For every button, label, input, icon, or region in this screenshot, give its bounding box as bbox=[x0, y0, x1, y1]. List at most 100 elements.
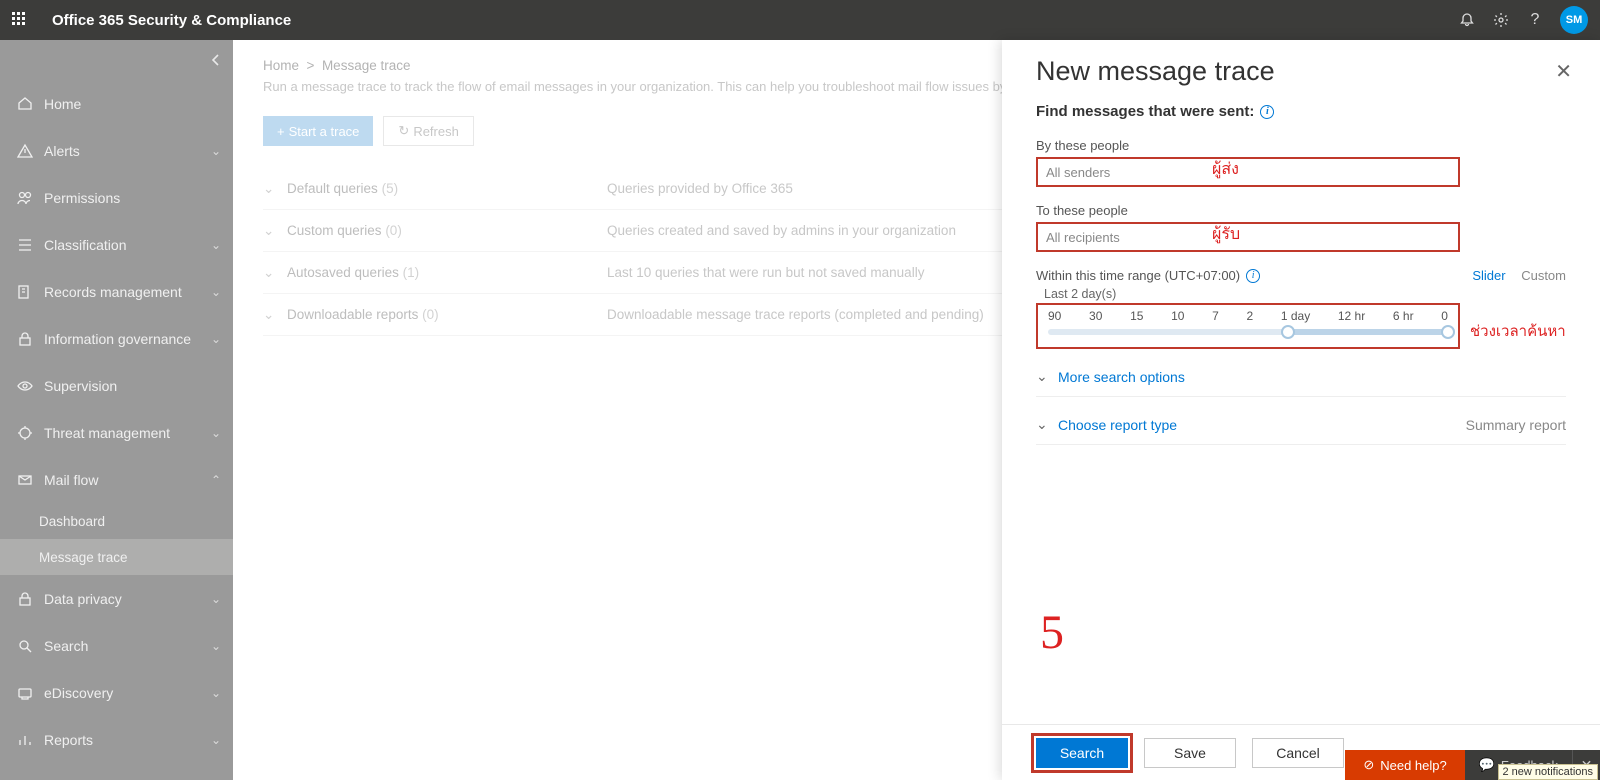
chevron-down-icon: ⌄ bbox=[263, 307, 287, 323]
chevron-down-icon: ⌄ bbox=[211, 285, 221, 299]
settings-icon[interactable] bbox=[1484, 0, 1518, 40]
slider-tick: 1 day bbox=[1281, 309, 1310, 323]
time-summary: Last 2 day(s) bbox=[1044, 287, 1566, 301]
sidebar-item-label: Classification bbox=[44, 237, 126, 253]
info-icon[interactable]: i bbox=[1260, 105, 1274, 119]
sidebar-item-label: Threat management bbox=[44, 425, 170, 441]
alert-icon bbox=[16, 143, 34, 159]
sidebar-collapse-button[interactable] bbox=[0, 40, 233, 80]
sidebar-item-label: Supervision bbox=[44, 378, 117, 394]
panel-subtitle: Find messages that were sent:i bbox=[1036, 103, 1566, 120]
time-range-label: Within this time range (UTC+07:00)i bbox=[1036, 268, 1260, 283]
notification-tooltip: 2 new notifications bbox=[1498, 764, 1599, 780]
sidebar-item-threat[interactable]: Threat management ⌄ bbox=[0, 409, 233, 456]
search-icon bbox=[16, 638, 34, 654]
threat-icon bbox=[16, 425, 34, 441]
sidebar-item-label: eDiscovery bbox=[44, 685, 113, 701]
chevron-down-icon: ⌄ bbox=[1036, 416, 1058, 433]
choose-report-type[interactable]: ⌄ Choose report type Summary report bbox=[1036, 405, 1566, 445]
lock-icon bbox=[16, 331, 34, 347]
sidebar-subitem-message-trace[interactable]: Message trace bbox=[0, 539, 233, 575]
slider-tick: 30 bbox=[1089, 309, 1102, 323]
recipient-input[interactable] bbox=[1036, 222, 1460, 252]
close-panel-button[interactable]: ✕ bbox=[1555, 59, 1572, 84]
save-button[interactable]: Save bbox=[1144, 738, 1236, 768]
sender-input[interactable] bbox=[1036, 157, 1460, 187]
feedback-icon: 💬 bbox=[1479, 757, 1495, 773]
slider-tick: 10 bbox=[1171, 309, 1184, 323]
annotation-step-number: 5 bbox=[1040, 605, 1064, 660]
time-range-slider[interactable]: 90301510721 day12 hr6 hr0 bbox=[1036, 303, 1460, 349]
sidebar-item-label: Permissions bbox=[44, 190, 120, 206]
sidebar-item-home[interactable]: Home bbox=[0, 80, 233, 127]
warning-icon: ⊘ bbox=[1363, 757, 1374, 773]
eye-icon bbox=[16, 378, 34, 394]
sidebar-item-label: Mail flow bbox=[44, 472, 98, 488]
chevron-down-icon: ⌄ bbox=[211, 686, 221, 700]
more-search-options[interactable]: ⌄ More search options bbox=[1036, 357, 1566, 397]
sidebar-item-label: Message trace bbox=[39, 550, 128, 565]
chevron-down-icon: ⌄ bbox=[263, 223, 287, 239]
sidebar-item-mail-flow[interactable]: Mail flow ⌃ bbox=[0, 456, 233, 503]
breadcrumb-current: Message trace bbox=[322, 58, 411, 73]
need-help-button[interactable]: ⊘Need help? bbox=[1345, 750, 1464, 780]
ediscovery-icon bbox=[16, 685, 34, 701]
user-avatar[interactable]: SM bbox=[1560, 6, 1588, 34]
sidebar-item-label: Information governance bbox=[44, 331, 191, 347]
sidebar: Home Alerts⌄ Permissions Classification⌄… bbox=[0, 40, 233, 780]
refresh-button[interactable]: ↻Refresh bbox=[383, 116, 473, 146]
notifications-icon[interactable] bbox=[1450, 0, 1484, 40]
classification-icon bbox=[16, 237, 34, 253]
app-title: Office 365 Security & Compliance bbox=[52, 12, 291, 29]
chevron-up-icon: ⌃ bbox=[211, 473, 221, 487]
sidebar-item-label: Records management bbox=[44, 284, 182, 300]
sidebar-item-classification[interactable]: Classification⌄ bbox=[0, 221, 233, 268]
chevron-down-icon: ⌄ bbox=[211, 733, 221, 747]
cancel-button[interactable]: Cancel bbox=[1252, 738, 1344, 768]
reports-icon bbox=[16, 732, 34, 748]
plus-icon: + bbox=[277, 124, 285, 139]
chevron-down-icon: ⌄ bbox=[211, 592, 221, 606]
start-trace-button[interactable]: +Start a trace bbox=[263, 116, 373, 146]
breadcrumb-home[interactable]: Home bbox=[263, 58, 299, 73]
chevron-down-icon: ⌄ bbox=[211, 144, 221, 158]
permissions-icon bbox=[16, 190, 34, 206]
home-icon bbox=[16, 96, 34, 112]
chevron-down-icon: ⌄ bbox=[263, 265, 287, 281]
app-launcher-icon[interactable] bbox=[12, 12, 28, 28]
sidebar-item-label: Home bbox=[44, 96, 81, 112]
search-button[interactable]: Search bbox=[1036, 738, 1128, 768]
sidebar-item-search[interactable]: Search ⌄ bbox=[0, 622, 233, 669]
info-icon[interactable]: i bbox=[1246, 269, 1260, 283]
refresh-icon: ↻ bbox=[398, 123, 409, 139]
sidebar-item-reports[interactable]: Reports⌄ bbox=[0, 716, 233, 763]
chevron-down-icon: ⌄ bbox=[211, 639, 221, 653]
help-icon[interactable]: ? bbox=[1518, 0, 1552, 40]
slider-tick: 2 bbox=[1246, 309, 1253, 323]
sidebar-subitem-dashboard[interactable]: Dashboard bbox=[0, 503, 233, 539]
chevron-down-icon: ⌄ bbox=[1036, 368, 1058, 385]
sidebar-item-permissions[interactable]: Permissions bbox=[0, 174, 233, 221]
mail-icon bbox=[16, 472, 34, 488]
chevron-down-icon: ⌄ bbox=[263, 181, 287, 197]
time-tab-custom[interactable]: Custom bbox=[1521, 268, 1566, 283]
sidebar-item-info-governance[interactable]: Information governance⌄ bbox=[0, 315, 233, 362]
panel-title: New message trace bbox=[1036, 56, 1275, 87]
sidebar-item-label: Dashboard bbox=[39, 514, 105, 529]
slider-tick: 90 bbox=[1048, 309, 1061, 323]
sidebar-item-label: Alerts bbox=[44, 143, 80, 159]
slider-tick: 7 bbox=[1212, 309, 1219, 323]
sidebar-item-alerts[interactable]: Alerts ⌄ bbox=[0, 127, 233, 174]
sidebar-item-ediscovery[interactable]: eDiscovery ⌄ bbox=[0, 669, 233, 716]
sidebar-item-data-privacy[interactable]: Data privacy ⌄ bbox=[0, 575, 233, 622]
slider-tick: 12 hr bbox=[1338, 309, 1365, 323]
sidebar-item-label: Data privacy bbox=[44, 591, 122, 607]
chevron-down-icon: ⌄ bbox=[211, 426, 221, 440]
time-tab-slider[interactable]: Slider bbox=[1472, 268, 1505, 283]
report-type-summary: Summary report bbox=[1466, 417, 1566, 433]
recipient-label: To these people bbox=[1036, 203, 1566, 218]
sidebar-item-label: Search bbox=[44, 638, 88, 654]
slider-tick: 6 hr bbox=[1393, 309, 1414, 323]
sidebar-item-supervision[interactable]: Supervision bbox=[0, 362, 233, 409]
sidebar-item-records[interactable]: Records management ⌄ bbox=[0, 268, 233, 315]
